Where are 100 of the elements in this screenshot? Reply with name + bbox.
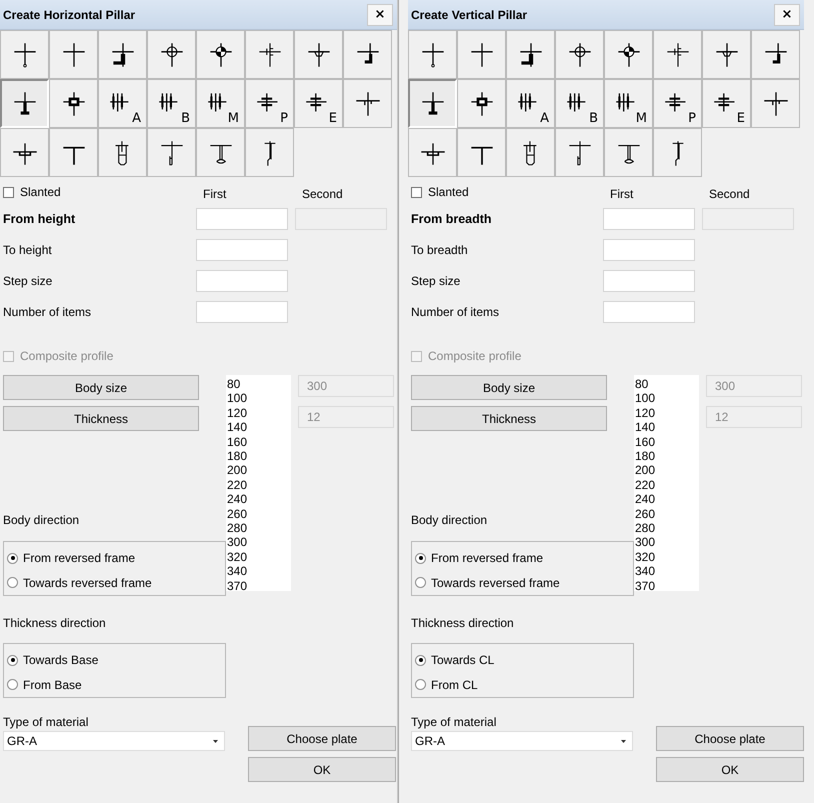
profile-button[interactable]: M bbox=[196, 79, 245, 128]
list-item[interactable]: 370 bbox=[634, 578, 699, 594]
list-item[interactable]: 260 bbox=[634, 506, 699, 522]
profile-button[interactable] bbox=[245, 128, 294, 177]
size-button[interactable]: Body size bbox=[3, 375, 199, 400]
list-item[interactable]: 160 bbox=[634, 434, 699, 450]
radio-button[interactable] bbox=[7, 679, 18, 690]
profile-button[interactable] bbox=[604, 128, 653, 177]
profile-button[interactable]: A bbox=[506, 79, 555, 128]
profile-button[interactable]: M bbox=[604, 79, 653, 128]
list-item[interactable]: 320 bbox=[226, 550, 291, 564]
close-button[interactable]: × bbox=[367, 4, 393, 26]
list-item[interactable]: 180 bbox=[634, 449, 699, 464]
profile-button[interactable] bbox=[49, 79, 98, 128]
ok-button[interactable]: OK bbox=[656, 757, 804, 782]
profile-button[interactable] bbox=[457, 30, 506, 79]
material-dropdown[interactable]: GR-A bbox=[411, 731, 633, 751]
size-button[interactable]: Thickness bbox=[411, 406, 607, 431]
profile-button[interactable] bbox=[0, 128, 49, 177]
input-field[interactable] bbox=[603, 300, 695, 322]
profile-button[interactable]: P bbox=[653, 79, 702, 128]
list-item[interactable]: 340 bbox=[226, 564, 291, 579]
profile-button[interactable]: P bbox=[245, 79, 294, 128]
list-item[interactable]: 160 bbox=[226, 434, 291, 450]
list-item[interactable]: 100 bbox=[226, 391, 291, 406]
checkbox[interactable] bbox=[411, 186, 422, 198]
list-item[interactable]: 280 bbox=[634, 521, 699, 536]
radio-button[interactable] bbox=[7, 654, 18, 666]
profile-button[interactable] bbox=[98, 128, 147, 177]
list-item[interactable]: 240 bbox=[226, 492, 291, 507]
profile-button[interactable] bbox=[49, 128, 98, 177]
radio-button[interactable] bbox=[415, 654, 426, 666]
input-field[interactable] bbox=[603, 238, 695, 260]
profile-button[interactable] bbox=[408, 128, 457, 177]
radio-button[interactable] bbox=[415, 577, 426, 588]
profile-button[interactable] bbox=[98, 30, 147, 79]
input-field[interactable] bbox=[196, 270, 288, 292]
profile-button[interactable] bbox=[506, 128, 555, 177]
input-field[interactable] bbox=[603, 270, 695, 292]
profile-button[interactable] bbox=[0, 79, 49, 128]
profile-button[interactable] bbox=[408, 79, 457, 128]
profile-button[interactable] bbox=[702, 30, 751, 79]
list-item[interactable]: 260 bbox=[226, 506, 291, 522]
list-item[interactable]: 240 bbox=[634, 492, 699, 507]
list-item[interactable]: 80 bbox=[634, 377, 699, 392]
size-button[interactable]: Thickness bbox=[3, 406, 199, 431]
choose-plate-button[interactable]: Choose plate bbox=[248, 726, 396, 751]
profile-button[interactable]: E bbox=[702, 79, 751, 128]
profile-button[interactable] bbox=[408, 30, 457, 79]
radio-button[interactable] bbox=[7, 577, 18, 588]
profile-button[interactable] bbox=[49, 30, 98, 79]
size-list[interactable]: 80 100 120 140 160 180 200 220 240 260 280 300 320 340 370 bbox=[226, 375, 291, 591]
profile-button[interactable] bbox=[245, 30, 294, 79]
checkbox[interactable] bbox=[3, 186, 14, 198]
radio-button[interactable] bbox=[415, 552, 426, 564]
list-item[interactable]: 80 bbox=[226, 377, 291, 392]
close-button[interactable]: × bbox=[774, 4, 800, 26]
list-item[interactable]: 220 bbox=[634, 478, 699, 492]
profile-button[interactable] bbox=[555, 128, 604, 177]
input-field[interactable] bbox=[603, 208, 695, 230]
profile-button[interactable] bbox=[653, 30, 702, 79]
profile-button[interactable] bbox=[196, 30, 245, 79]
profile-button[interactable] bbox=[604, 30, 653, 79]
input-field[interactable] bbox=[196, 208, 288, 230]
size-button[interactable]: Body size bbox=[411, 375, 607, 400]
list-item[interactable]: 100 bbox=[634, 391, 699, 406]
profile-button[interactable]: E bbox=[294, 79, 343, 128]
radio-button[interactable] bbox=[415, 679, 426, 690]
profile-button[interactable] bbox=[0, 30, 49, 79]
list-item[interactable]: 120 bbox=[634, 406, 699, 420]
profile-button[interactable] bbox=[653, 128, 702, 177]
list-item[interactable]: 200 bbox=[634, 463, 699, 478]
profile-button[interactable] bbox=[147, 30, 196, 79]
radio-button[interactable] bbox=[7, 552, 18, 564]
ok-button[interactable]: OK bbox=[248, 757, 396, 782]
choose-plate-button[interactable]: Choose plate bbox=[656, 726, 804, 751]
profile-button[interactable] bbox=[506, 30, 555, 79]
profile-button[interactable] bbox=[457, 79, 506, 128]
material-dropdown[interactable]: GR-A bbox=[3, 731, 225, 751]
list-item[interactable]: 300 bbox=[226, 535, 291, 550]
list-item[interactable]: 280 bbox=[226, 521, 291, 536]
list-item[interactable]: 370 bbox=[226, 578, 291, 594]
list-item[interactable]: 320 bbox=[634, 550, 699, 564]
profile-button[interactable] bbox=[343, 30, 392, 79]
profile-button[interactable] bbox=[343, 79, 392, 128]
list-item[interactable]: 140 bbox=[634, 420, 699, 435]
list-item[interactable]: 120 bbox=[226, 406, 291, 420]
profile-button[interactable] bbox=[751, 30, 800, 79]
list-item[interactable]: 180 bbox=[226, 449, 291, 464]
list-item[interactable]: 220 bbox=[226, 478, 291, 492]
profile-button[interactable] bbox=[555, 30, 604, 79]
list-item[interactable]: 340 bbox=[634, 564, 699, 579]
size-list[interactable]: 80 100 120 140 160 180 200 220 240 260 280 300 320 340 370 bbox=[634, 375, 699, 591]
profile-button[interactable] bbox=[751, 79, 800, 128]
list-item[interactable]: 200 bbox=[226, 463, 291, 478]
profile-button[interactable] bbox=[294, 30, 343, 79]
profile-button[interactable]: A bbox=[98, 79, 147, 128]
profile-button[interactable]: B bbox=[555, 79, 604, 128]
list-item[interactable]: 300 bbox=[634, 535, 699, 550]
profile-button[interactable]: B bbox=[147, 79, 196, 128]
